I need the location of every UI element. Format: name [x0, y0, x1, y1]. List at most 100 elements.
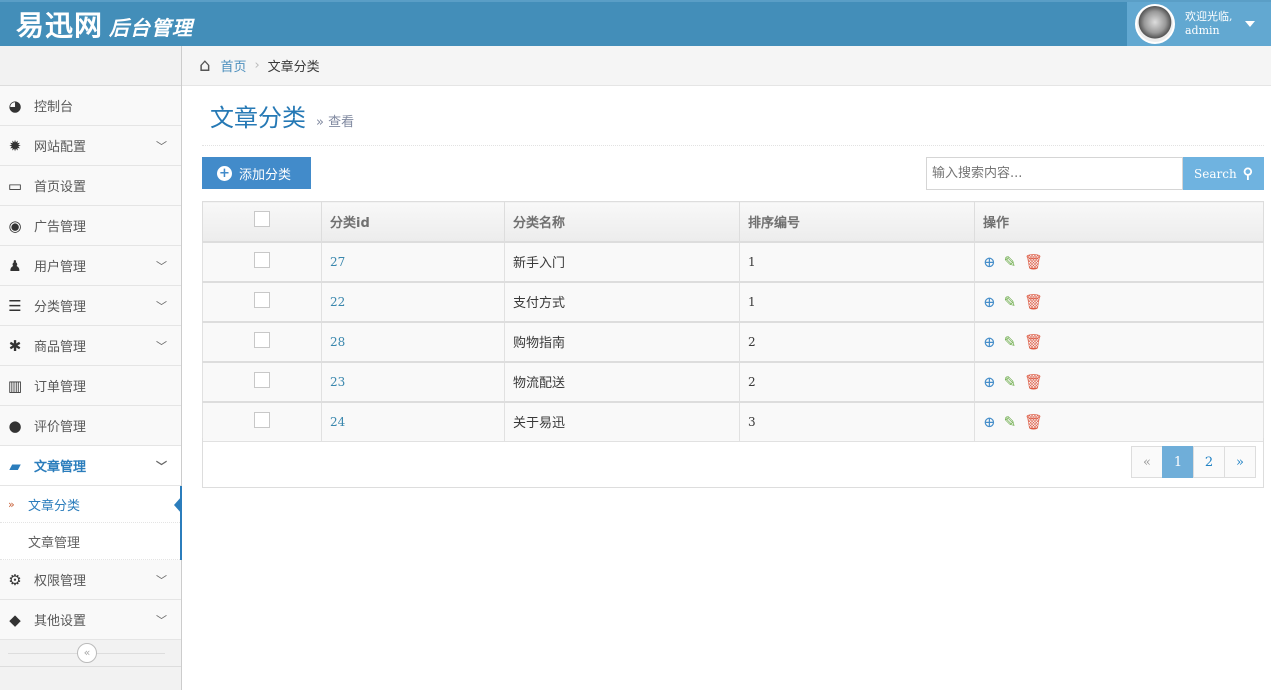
column-header-name[interactable]: 分类名称	[504, 201, 740, 242]
search-input[interactable]	[926, 157, 1183, 190]
page-subtitle: » 查看	[316, 115, 355, 130]
eye-icon: ◉	[8, 216, 22, 235]
pagination-page-1[interactable]: 1	[1162, 446, 1194, 478]
user-menu[interactable]: 欢迎光临, admin	[1127, 2, 1271, 46]
book-icon: ▰	[9, 456, 21, 475]
table-row: 23 物流配送 2 ⊕ ✎ 🗑	[202, 360, 1264, 402]
logo-subtitle: 后台管理	[109, 16, 194, 40]
sidebar-item-sidebar-items_after-0[interactable]: ⚙ 权限管理 ﹀	[0, 560, 181, 600]
trash-icon[interactable]: 🗑	[1024, 253, 1043, 271]
sidebar-item-label: 控制台	[34, 100, 74, 115]
pagination-page-2[interactable]: 2	[1193, 446, 1225, 478]
trash-icon[interactable]: 🗑	[1024, 373, 1043, 391]
category-id[interactable]: 24	[321, 400, 505, 442]
double-angle-right-icon: »	[8, 497, 15, 511]
sidebar-item-label: 广告管理	[34, 220, 87, 235]
divider	[202, 145, 1264, 146]
search-button[interactable]: Search ⚲	[1183, 157, 1264, 190]
breadcrumb: ⌂ 首页 › 文章分类	[182, 46, 1271, 86]
select-all-cell	[202, 201, 322, 242]
row-checkbox[interactable]	[254, 412, 270, 429]
category-id[interactable]: 22	[321, 280, 505, 322]
sort-order: 1	[739, 280, 975, 322]
zoom-in-icon[interactable]: ⊕	[983, 333, 996, 351]
select-all-checkbox[interactable]	[254, 211, 270, 228]
trash-icon[interactable]: 🗑	[1024, 293, 1043, 311]
sidebar-item-label: 文章管理	[34, 460, 87, 475]
breadcrumb-home-link[interactable]: 首页	[220, 56, 246, 75]
category-id[interactable]: 27	[321, 240, 505, 282]
pencil-icon[interactable]: ✎	[1004, 333, 1017, 351]
pencil-icon[interactable]: ✎	[1004, 293, 1017, 311]
sidebar-item-label: 网站配置	[34, 140, 87, 155]
sidebar-item-sidebar-items-6[interactable]: ✱ 商品管理 ﹀	[0, 326, 181, 366]
category-id[interactable]: 28	[321, 320, 505, 362]
logo-text: 易迅网	[16, 9, 104, 42]
zoom-in-icon[interactable]: ⊕	[983, 253, 996, 271]
column-header-id[interactable]: 分类id	[321, 201, 505, 242]
category-name: 关于易迅	[504, 400, 740, 442]
row-actions: ⊕ ✎ 🗑	[974, 360, 1264, 402]
breadcrumb-current: 文章分类	[267, 60, 320, 75]
category-id[interactable]: 23	[321, 360, 505, 402]
page-title: 文章分类 » 查看	[210, 98, 354, 133]
row-checkbox[interactable]	[254, 372, 270, 388]
sidebar-item-label: 评价管理	[34, 420, 87, 435]
pencil-icon[interactable]: ✎	[1004, 253, 1017, 271]
zoom-in-icon[interactable]: ⊕	[983, 373, 996, 391]
pencil-icon[interactable]: ✎	[1004, 373, 1017, 391]
sidebar-item-sidebar-items-4[interactable]: ♟ 用户管理 ﹀	[0, 246, 181, 286]
row-actions: ⊕ ✎ 🗑	[974, 280, 1264, 322]
sidebar-item-sidebar-items-7[interactable]: ▥ 订单管理	[0, 366, 181, 406]
sidebar-collapse: «	[0, 640, 181, 667]
sidebar-item-sidebar-items-0[interactable]: ◕ 控制台	[0, 86, 181, 126]
desktop-icon: ▭	[7, 176, 23, 195]
table-header: 分类id 分类名称 排序编号 操作	[202, 201, 1264, 242]
submenu-item-article-manage[interactable]: 文章管理	[0, 523, 180, 560]
gear-icon: ✹	[8, 136, 22, 155]
chevron-down-icon: ﹀	[156, 259, 167, 273]
sidebar-item-sidebar-items-8[interactable]: ● 评价管理	[0, 406, 181, 446]
sidebar-item-sidebar-items-5[interactable]: ☰ 分类管理 ﹀	[0, 286, 181, 326]
sidebar-item-label: 订单管理	[34, 380, 87, 395]
table-row: 28 购物指南 2 ⊕ ✎ 🗑	[202, 320, 1264, 362]
sidebar-item-sidebar-items-3[interactable]: ◉ 广告管理	[0, 206, 181, 246]
sidebar-item-sidebar-items_after-1[interactable]: ◆ 其他设置 ﹀	[0, 600, 181, 640]
chevron-down-icon: ﹀	[156, 459, 167, 473]
sidebar-item-label: 分类管理	[34, 300, 87, 315]
category-name: 新手入门	[504, 240, 740, 282]
zoom-in-icon[interactable]: ⊕	[983, 413, 996, 431]
trash-icon[interactable]: 🗑	[1024, 333, 1043, 351]
comment-icon: ●	[8, 416, 22, 435]
chevron-down-icon: ﹀	[156, 613, 167, 627]
sidebar-item-sidebar-items-9[interactable]: ▰ 文章管理 ﹀	[0, 446, 181, 486]
pagination: « 1 2 »	[1131, 446, 1256, 478]
chevron-down-icon: ﹀	[156, 339, 167, 353]
home-icon: ⌂	[199, 55, 211, 76]
zoom-in-icon[interactable]: ⊕	[983, 293, 996, 311]
caret-down-icon	[1244, 21, 1255, 27]
column-header-actions: 操作	[974, 201, 1264, 242]
breadcrumb-separator: ›	[254, 58, 260, 73]
sidebar-item-sidebar-items-2[interactable]: ▭ 首页设置	[0, 166, 181, 206]
row-checkbox[interactable]	[254, 292, 270, 308]
username: admin	[1185, 24, 1220, 37]
logo[interactable]: 易迅网 后台管理	[16, 4, 193, 44]
sort-order: 2	[739, 360, 975, 402]
pagination-prev[interactable]: «	[1131, 446, 1163, 478]
row-checkbox[interactable]	[254, 252, 270, 268]
row-select-cell	[202, 320, 322, 362]
sidebar-item-sidebar-items-1[interactable]: ✹ 网站配置 ﹀	[0, 126, 181, 166]
row-select-cell	[202, 360, 322, 402]
pagination-next[interactable]: »	[1224, 446, 1256, 478]
add-category-button[interactable]: + 添加分类	[202, 157, 311, 189]
sidebar-shortcuts	[0, 46, 181, 86]
collapse-button[interactable]: «	[77, 643, 97, 663]
row-checkbox[interactable]	[254, 332, 270, 348]
column-header-order[interactable]: 排序编号	[739, 201, 975, 242]
pencil-icon[interactable]: ✎	[1004, 413, 1017, 431]
chevron-down-icon: ﹀	[156, 573, 167, 587]
table-row: 27 新手入门 1 ⊕ ✎ 🗑	[202, 240, 1264, 282]
trash-icon[interactable]: 🗑	[1024, 413, 1043, 431]
submenu-item-article-category[interactable]: » 文章分类	[0, 486, 182, 523]
